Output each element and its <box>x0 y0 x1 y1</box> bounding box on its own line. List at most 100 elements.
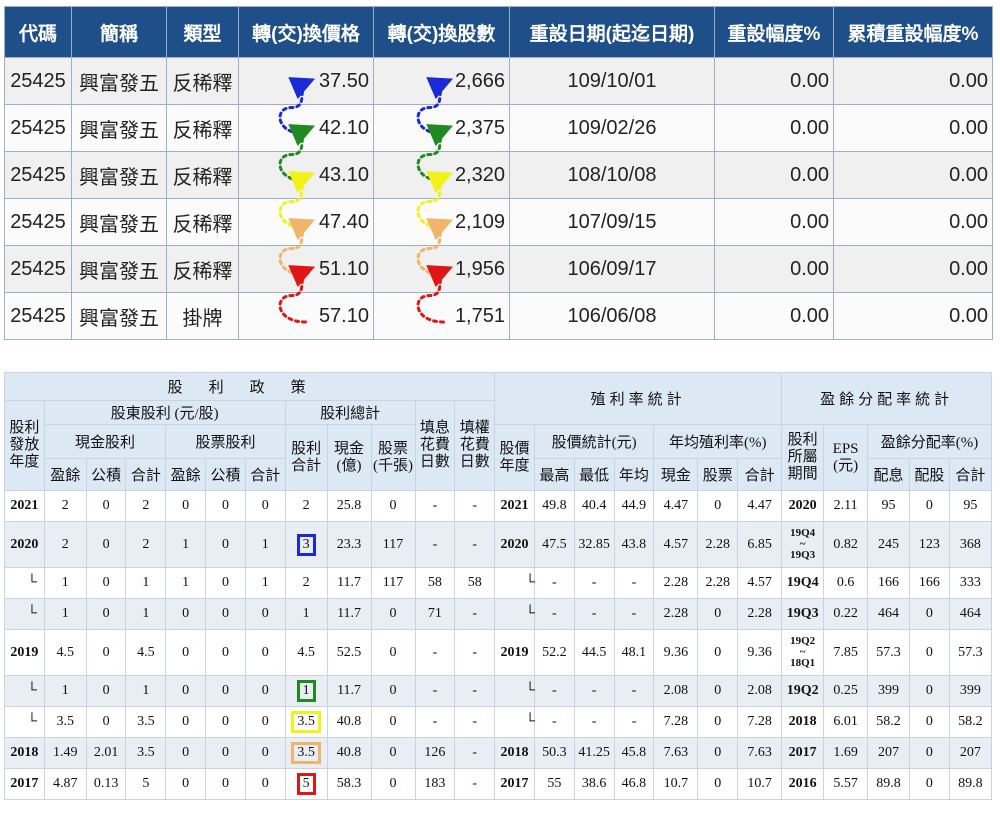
cell-st: 0 <box>244 768 286 800</box>
cell-shares: 2,320 <box>373 151 510 199</box>
cell-sr: 0 <box>205 737 246 769</box>
cell-per: 2020 <box>781 490 825 522</box>
conversion-row[interactable]: 25425 興富發五 掛牌 57.10 1,751 106/06/08 0.00 0.00 <box>4 292 993 340</box>
cell-cr: 0 <box>85 706 127 738</box>
cell-hi: - <box>533 706 575 738</box>
cell-pt: 89.8 <box>948 768 993 800</box>
col-period[interactable]: 股利 所屬 期間 <box>781 424 825 491</box>
cell-year: 2020 <box>4 521 45 568</box>
dividend-policy-table: 股利政策 殖利率統計 盈餘分配率統計 股利 發放 年度 股東股利 (元/股) 股利總… <box>3 372 993 800</box>
cell-shares: 1,751 <box>373 292 510 340</box>
cell-cumulative: 0.00 <box>833 198 993 246</box>
cell-ct: 2 <box>125 521 167 568</box>
cell-pt: 58.2 <box>948 706 993 738</box>
col-stock-sum[interactable]: 合計 <box>244 458 286 491</box>
col-price-low[interactable]: 最低 <box>573 458 615 491</box>
cell-st: 0 <box>244 598 286 630</box>
cell-price: 47.40 <box>238 198 374 246</box>
dividend-row[interactable]: 2018 1.49 2.01 3.5 0 0 0 3.5 40.8 0 126-2018 50.3 41… <box>4 737 993 769</box>
col-ex-right-days[interactable]: 填權 花費 日數 <box>454 400 496 491</box>
cell-tcash: 11.7 <box>326 567 372 599</box>
cell-cs: 4.5 <box>43 629 87 676</box>
col-header-type[interactable]: 類型 <box>166 6 239 58</box>
conversion-row[interactable]: 25425 興富發五 反稀釋 37.50 2,666 109/10/01 0.00 0.00 <box>4 57 993 105</box>
cell-ss: 0 <box>165 598 207 630</box>
highlight-box: 3.5 <box>291 742 321 764</box>
cell-sr: 0 <box>205 521 246 568</box>
cell-sr: 0 <box>205 675 246 707</box>
conversion-row[interactable]: 25425 興富發五 反稀釋 43.10 2,320 108/10/08 0.00 0.00 <box>4 151 993 199</box>
conversion-row[interactable]: 25425 興富發五 反稀釋 42.10 2,375 109/02/26 0.00 0.00 <box>4 104 993 152</box>
cell-yt: 10.7 <box>737 768 783 800</box>
col-total-sum[interactable]: 股利 合計 <box>284 424 328 491</box>
cell-tsum: 1 <box>284 598 328 630</box>
col-cash-sum[interactable]: 合計 <box>125 458 167 491</box>
cell-hi: 47.5 <box>533 521 575 568</box>
cell-tsum: 1 <box>284 675 328 707</box>
dividend-row[interactable]: 2017 4.87 0.13 5 0 0 0 5 58.3 0 183-2017 55 38.6 46.8… <box>4 768 993 800</box>
dividend-row[interactable]: 2021 2 0 2 0 0 0 2 25.8 0- -2021 49.8 40.4 44.9 4.47 0 4… <box>4 490 993 522</box>
cell-cr: 0 <box>85 598 127 630</box>
col-ex-right-days-label: 填權 花費 日數 <box>459 420 490 470</box>
col-header-price[interactable]: 轉(交)換價格 <box>238 6 374 58</box>
col-payout-dist[interactable]: 配息 <box>867 458 910 491</box>
cell-tstock: 0 <box>370 490 416 522</box>
cell-type: 反稀釋 <box>166 57 239 105</box>
cell-yc: 2.28 <box>653 598 699 630</box>
price-stats-title: 股價統計(元) <box>533 424 655 459</box>
dividend-row[interactable]: └ 1 0 1 1 0 1 2 11.7 117 58 58 └ - - -2.28 2.28 4.57 19Q4 0… <box>4 567 993 599</box>
cell-tsum: 4.5 <box>284 629 328 676</box>
cell-pt: 399 <box>948 675 993 707</box>
dividend-row[interactable]: └ 1 0 1 0 0 0 1 11.7 0- - └ - - -2.08 0 2.08 19Q2 0.25 399 0… <box>4 675 993 707</box>
cell-sr: 0 <box>205 629 246 676</box>
col-year[interactable]: 股利 發放 年度 <box>4 400 45 491</box>
cell-d2: - <box>454 598 496 630</box>
cell-eps: 1.69 <box>823 737 869 769</box>
cell-price: 42.10 <box>238 104 374 152</box>
col-cash-surplus[interactable]: 盈餘 <box>43 458 87 491</box>
cell-ys: 2.28 <box>697 567 739 599</box>
col-price-high[interactable]: 最高 <box>533 458 575 491</box>
col-price-year[interactable]: 股價 年度 <box>494 424 535 491</box>
dividend-row[interactable]: └ 3.5 0 3.5 0 0 0 3.5 40.8 0- - └ - - -7.28 0 7.28 2018 6.… <box>4 706 993 738</box>
col-stock-surplus[interactable]: 盈餘 <box>165 458 207 491</box>
cell-name: 興富發五 <box>71 57 167 105</box>
dividend-row[interactable]: 2020 2 0 2 1 0 1 3 23.3 117- -2020 47.5 32.85 43.8 4.5… <box>4 521 993 568</box>
conversion-row[interactable]: 25425 興富發五 反稀釋 47.40 2,109 107/09/15 0.00 0.00 <box>4 198 993 246</box>
col-price-avg[interactable]: 年均 <box>613 458 655 491</box>
cell-st: 1 <box>244 521 286 568</box>
col-yield-sum[interactable]: 合計 <box>737 458 783 491</box>
col-yield-stock[interactable]: 股票 <box>697 458 739 491</box>
col-stock-reserve[interactable]: 公積 <box>205 458 246 491</box>
col-total-stock[interactable]: 股票 (千張) <box>370 424 416 491</box>
cell-price: 37.50 <box>238 57 374 105</box>
cell-per: 19Q2 <box>781 675 825 707</box>
cell-d2: - <box>454 706 496 738</box>
cell-eps: 0.6 <box>823 567 869 599</box>
col-payout-sum[interactable]: 合計 <box>948 458 993 491</box>
dividend-row[interactable]: 2019 4.5 0 4.5 0 0 0 4.5 52.5 0- -2019 52.2 44.5 48.1… <box>4 629 993 676</box>
cell-ss: 0 <box>165 706 207 738</box>
col-yield-cash[interactable]: 現金 <box>653 458 699 491</box>
conversion-row[interactable]: 25425 興富發五 反稀釋 51.10 1,956 106/09/17 0.00 0.00 <box>4 245 993 293</box>
col-header-cumulative[interactable]: 累積重設幅度% <box>833 6 993 58</box>
col-header-name[interactable]: 簡稱 <box>71 6 167 58</box>
cell-tstock: 0 <box>370 706 416 738</box>
col-header-reset[interactable]: 重設幅度% <box>714 6 834 58</box>
col-payout-stock[interactable]: 配股 <box>908 458 950 491</box>
col-header-date[interactable]: 重設日期(起迄日期) <box>509 6 715 58</box>
cell-pt: 95 <box>948 490 993 522</box>
col-ex-div-days[interactable]: 填息 花費 日數 <box>414 400 456 491</box>
cell-ct: 4.5 <box>125 629 167 676</box>
col-header-shares[interactable]: 轉(交)換股數 <box>373 6 510 58</box>
col-cash-reserve[interactable]: 公積 <box>85 458 127 491</box>
col-total-cash[interactable]: 現金 (億) <box>326 424 372 491</box>
dividend-row[interactable]: └ 1 0 1 0 0 0 1 11.7 0 71- └ - - -2.28 0 2.28 19Q3 0.22 464… <box>4 598 993 630</box>
annual-yield-title: 年均殖利率(%) <box>653 424 783 459</box>
col-eps[interactable]: EPS (元) <box>823 424 869 491</box>
col-header-code[interactable]: 代碼 <box>4 6 72 58</box>
cell-avg: 48.1 <box>613 629 655 676</box>
cell-cr: 0 <box>85 521 127 568</box>
cell-date: 108/10/08 <box>509 151 715 199</box>
cell-sr: 0 <box>205 490 246 522</box>
